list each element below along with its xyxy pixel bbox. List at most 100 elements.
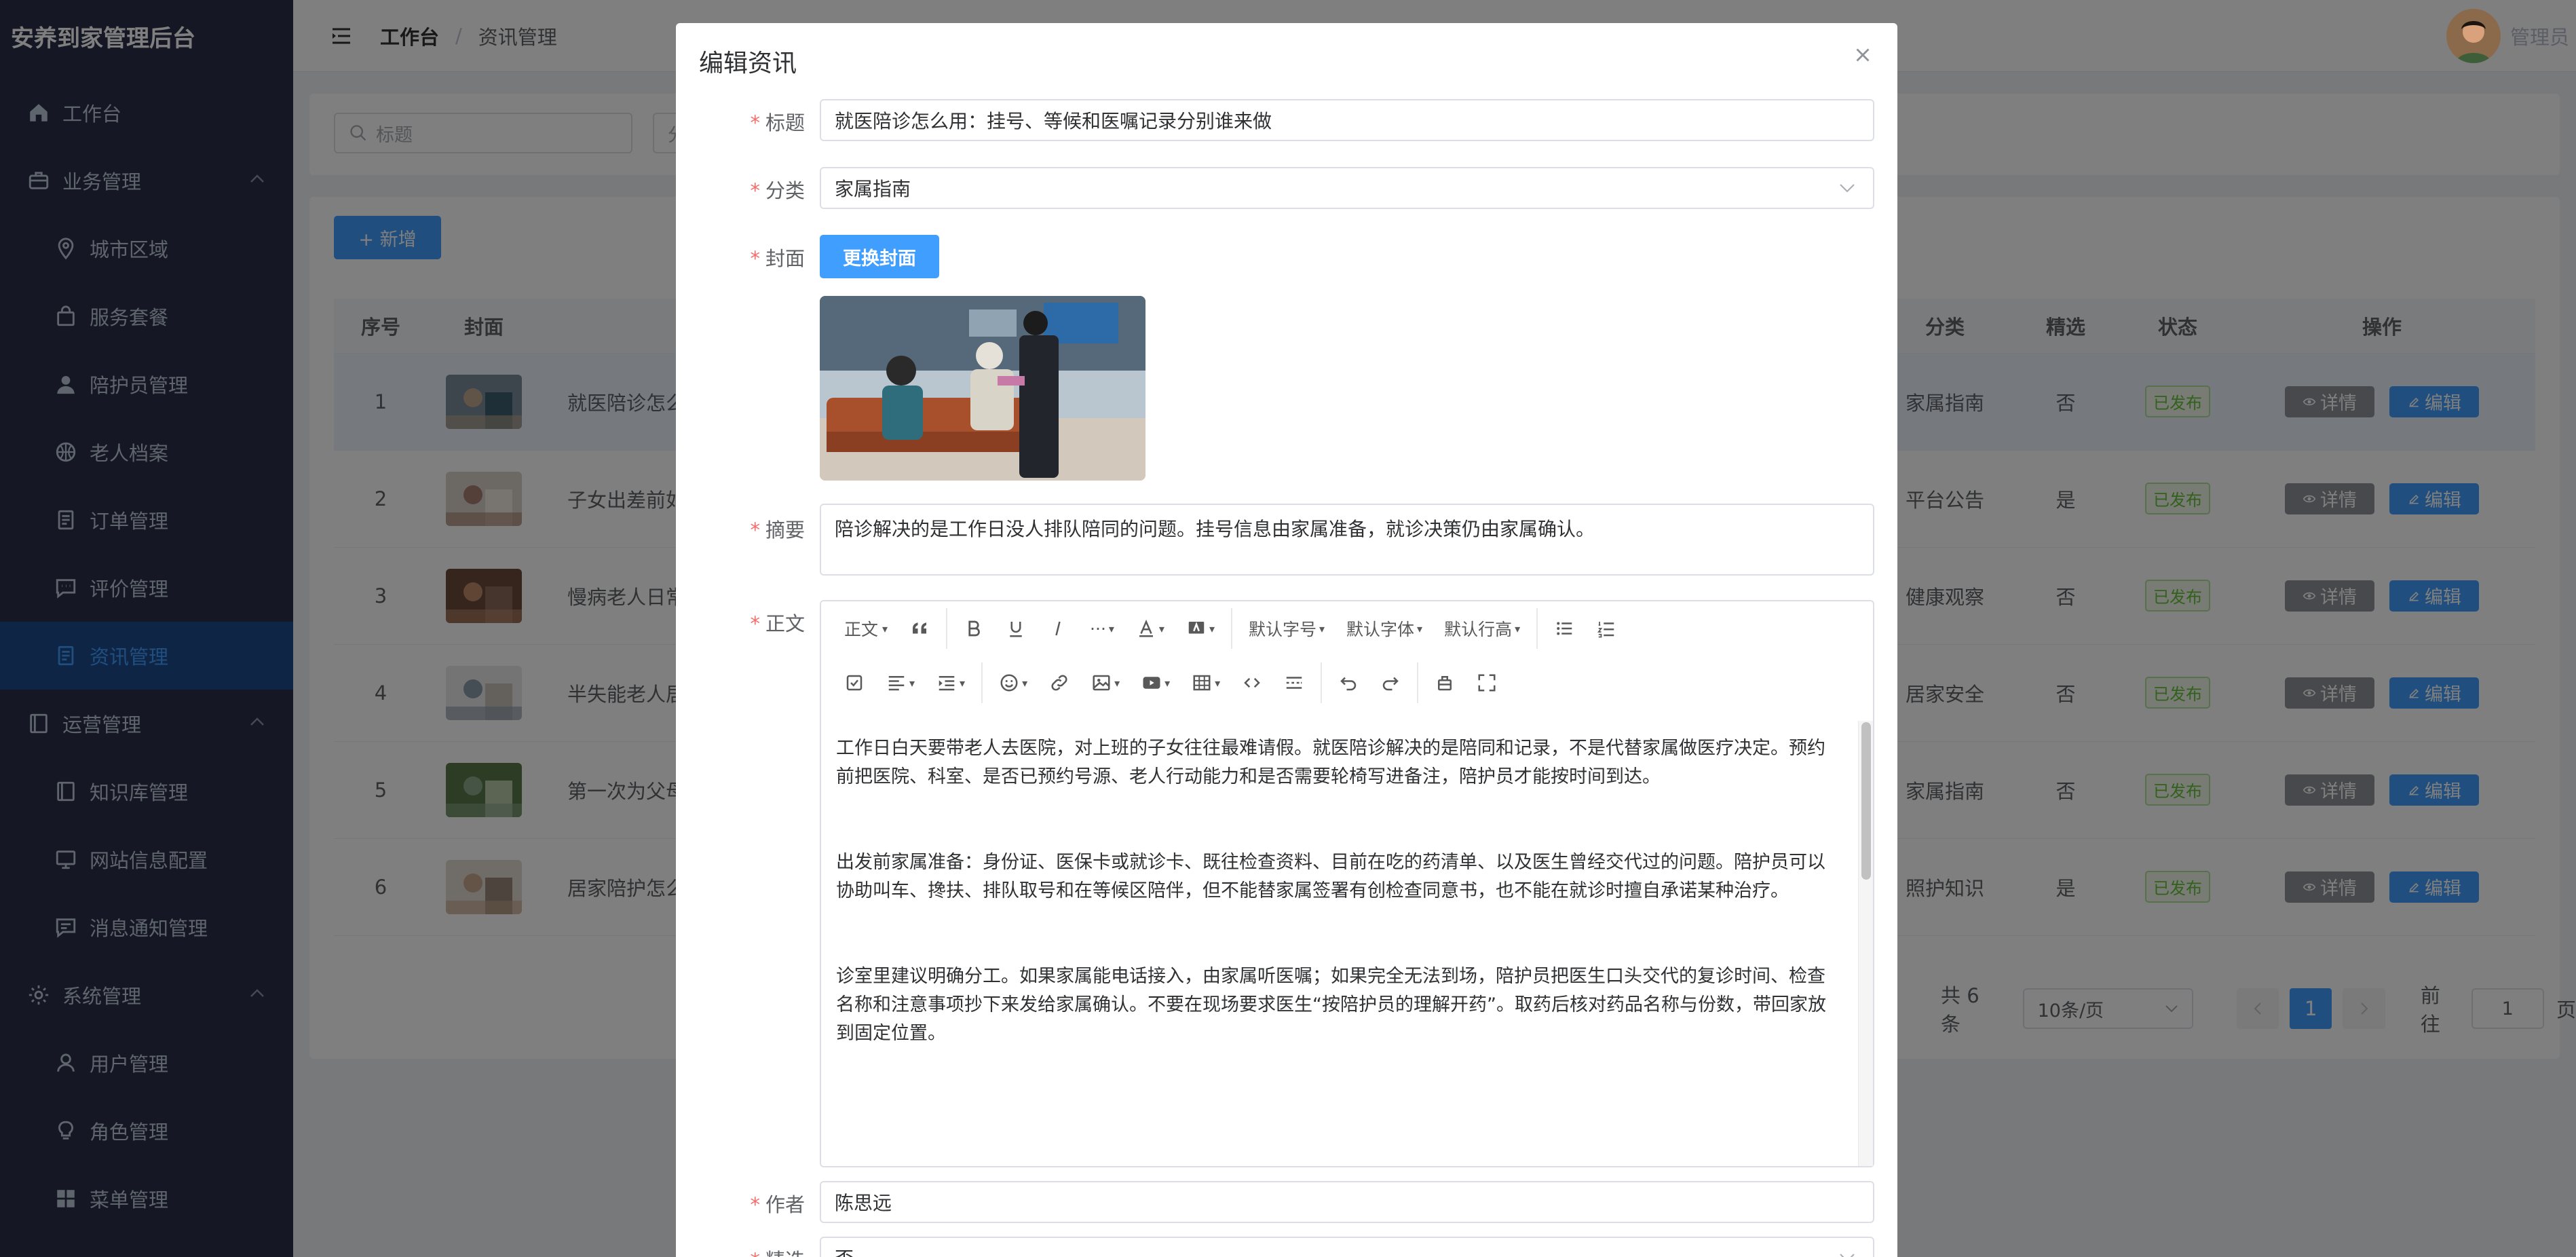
body-label: * 正文 xyxy=(750,612,805,635)
link-button[interactable] xyxy=(1038,666,1080,700)
highlight-icon xyxy=(1188,622,1205,634)
toolbar-divider xyxy=(1536,608,1538,649)
video-dropdown[interactable]: ▾ xyxy=(1131,666,1181,700)
chevron-down-icon xyxy=(1840,1254,1855,1257)
featured-label-text: 精选 xyxy=(765,1249,805,1257)
author-label-text: 作者 xyxy=(765,1193,805,1216)
editor-content[interactable]: 工作日白天要带老人去医院，对上班的子女往往最难请假。就医陪诊解决的是陪同和记录，… xyxy=(821,721,1858,1166)
category-value: 家属指南 xyxy=(835,178,911,200)
toolbar-divider xyxy=(1417,662,1419,703)
video-icon xyxy=(1143,677,1160,689)
toolbar-divider xyxy=(1321,662,1323,703)
emoji-icon xyxy=(1000,674,1018,692)
horizontal-rule-icon xyxy=(1286,677,1302,689)
italic-icon xyxy=(1055,621,1061,636)
font-color-dropdown[interactable]: ▾ xyxy=(1125,612,1175,645)
edit-news-dialog: 编辑资讯 * 标题 就医陪诊怎么用：挂号、等候和医嘱记录分别谁来做 * 分类 家属指… xyxy=(676,23,1897,1257)
underline-button[interactable] xyxy=(995,612,1037,645)
table-dropdown[interactable]: ▾ xyxy=(1181,666,1231,700)
editor-toolbar-row-1: 正文 ▾ ··· ▾ ▾ ▾ 默认字号 ▾ 默认字体 ▾ 默认行高 ▾ xyxy=(821,601,1873,656)
indent-icon xyxy=(939,676,955,691)
paragraph-style-label: 正文 xyxy=(844,620,879,639)
font-family-dropdown[interactable]: 默认字体 ▾ xyxy=(1336,612,1433,645)
editor-paragraph: 工作日白天要带老人去医院，对上班的子女往往最难请假。就医陪诊解决的是陪同和记录，… xyxy=(836,738,1825,787)
checkbox-icon xyxy=(846,675,863,691)
editor-paragraph: 出发前家属准备：身份证、医保卡或就诊卡、既往检查资料、目前在吃的药清单、以及医生… xyxy=(836,852,1825,901)
title-label: * 标题 xyxy=(750,111,805,134)
image-dropdown[interactable]: ▾ xyxy=(1080,666,1131,700)
avatar xyxy=(2446,9,2501,63)
body-label-text: 正文 xyxy=(765,612,805,635)
font-size-dropdown[interactable]: 默认字号 ▾ xyxy=(1238,612,1336,645)
cover-label-text: 封面 xyxy=(765,247,805,270)
underline-icon xyxy=(1010,622,1022,637)
bold-button[interactable] xyxy=(953,612,995,645)
link-icon xyxy=(1051,675,1067,691)
dialog-title: 编辑资讯 xyxy=(699,50,797,77)
divider-button[interactable] xyxy=(1273,666,1315,700)
featured-select[interactable]: 否 xyxy=(820,1237,1874,1257)
toolbar-divider xyxy=(946,608,948,649)
author-input[interactable]: 陈思远 xyxy=(820,1181,1874,1223)
title-input[interactable]: 就医陪诊怎么用：挂号、等候和医嘱记录分别谁来做 xyxy=(820,99,1874,141)
featured-label: *精选 xyxy=(676,1245,805,1257)
italic-button[interactable] xyxy=(1037,612,1079,645)
scrollbar-thumb[interactable] xyxy=(1861,722,1871,880)
bulleted-list-icon xyxy=(1557,622,1572,635)
emoji-dropdown[interactable]: ▾ xyxy=(988,666,1038,700)
toolbar-divider xyxy=(1230,608,1232,649)
editor-toolbar-row-2: ▾ ▾ ▾ ▾ ▾ ▾ xyxy=(821,656,1873,710)
close-icon[interactable] xyxy=(1851,43,1874,67)
fullscreen-icon xyxy=(1478,674,1496,692)
font-family-label: 默认字体 xyxy=(1346,620,1415,639)
image-icon xyxy=(1093,675,1110,691)
code-button[interactable] xyxy=(1231,666,1273,700)
cover-image xyxy=(820,296,1145,481)
editor-scrollbar[interactable] xyxy=(1858,721,1873,1166)
undo-button[interactable] xyxy=(1327,666,1369,700)
change-cover-button[interactable]: 更换封面 xyxy=(820,235,939,278)
admin-name: 管理员 xyxy=(2509,26,2569,49)
title-label-text: 标题 xyxy=(765,111,805,134)
table-icon xyxy=(1193,675,1211,691)
redo-button[interactable] xyxy=(1369,666,1412,700)
editor-paragraph: 诊室里建议明确分工。如果家属能电话接入，由家属听医嘱；如果完全无法到场，陪护员把… xyxy=(836,966,1826,1044)
background-color-dropdown[interactable]: ▾ xyxy=(1175,612,1226,645)
paragraph-style-dropdown[interactable]: 正文 ▾ xyxy=(833,612,898,645)
align-left-icon xyxy=(888,676,905,691)
numbered-list-button[interactable] xyxy=(1585,612,1627,645)
cover-label: * 封面 xyxy=(750,247,805,270)
chevron-down-icon xyxy=(1840,184,1855,193)
summary-label-text: 摘要 xyxy=(765,519,805,542)
author-label: * 作者 xyxy=(750,1193,805,1216)
category-select[interactable]: 家属指南 xyxy=(820,167,1874,209)
category-label: * 分类 xyxy=(750,179,805,202)
summary-textarea[interactable]: 陪诊解决的是工作日没人排队陪同的问题。挂号信息由家属准备，就诊决策仍由家属确认。 xyxy=(820,504,1874,576)
editor-blank-line xyxy=(836,791,1843,848)
editor-blank-line xyxy=(836,905,1843,962)
clear-format-button[interactable] xyxy=(1424,666,1466,700)
summary-label: * 摘要 xyxy=(750,519,805,542)
featured-value: 否 xyxy=(835,1244,854,1257)
bold-icon xyxy=(968,620,980,637)
quote-button[interactable] xyxy=(898,612,941,645)
quote-icon xyxy=(913,622,927,634)
rich-text-editor: 正文 ▾ ··· ▾ ▾ ▾ 默认字号 ▾ 默认字体 ▾ 默认行高 ▾ ▾ ▾ ▾ ▾ ▾ xyxy=(820,600,1874,1167)
line-height-label: 默认行高 xyxy=(1444,620,1513,639)
line-height-dropdown[interactable]: 默认行高 ▾ xyxy=(1433,612,1531,645)
font-size-label: 默认字号 xyxy=(1248,620,1317,639)
font-color-icon xyxy=(1139,619,1153,637)
todo-button[interactable] xyxy=(833,666,875,700)
fullscreen-button[interactable] xyxy=(1466,666,1508,700)
toolbar-divider xyxy=(981,662,983,703)
indent-dropdown[interactable]: ▾ xyxy=(926,666,976,700)
redo-icon xyxy=(1382,677,1399,691)
category-label-text: 分类 xyxy=(765,179,805,202)
more-format-dropdown[interactable]: ··· ▾ xyxy=(1079,612,1125,645)
bulleted-list-button[interactable] xyxy=(1543,612,1585,645)
code-icon xyxy=(1244,677,1260,688)
align-dropdown[interactable]: ▾ xyxy=(875,666,926,700)
undo-icon xyxy=(1340,677,1357,691)
user-menu[interactable]: 管理员 xyxy=(2446,0,2576,72)
more-format-label: ··· xyxy=(1090,618,1106,639)
